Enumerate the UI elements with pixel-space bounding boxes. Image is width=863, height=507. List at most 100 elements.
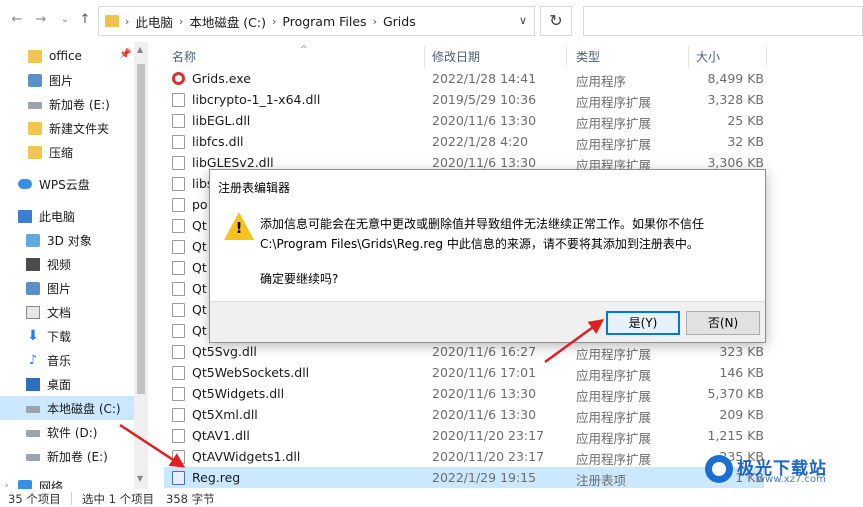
drive-icon: [26, 454, 40, 461]
music-icon: ♪: [28, 352, 38, 368]
file-row[interactable]: Qt5WebSockets.dll 2020/11/6 17:01 应用程序扩展 14…: [164, 362, 764, 383]
sidebar-item-label: 3D 对象: [47, 233, 92, 248]
scrollbar-thumb[interactable]: [137, 64, 145, 394]
file-name: Qt5Svg.dll: [192, 344, 257, 359]
file-row[interactable]: Reg.reg 2022/1/29 19:15 注册表项 1 KB: [164, 467, 764, 488]
file-type: 应用程序扩展: [576, 410, 652, 425]
no-button[interactable]: 否(N): [686, 311, 760, 335]
breadcrumb-segment[interactable]: Grids: [383, 14, 416, 29]
sidebar-item-drive-c[interactable]: 本地磁盘 (C:): [0, 396, 134, 420]
breadcrumb-segment[interactable]: 此电脑: [135, 12, 173, 31]
column-divider[interactable]: [688, 46, 689, 68]
dll-icon: [172, 429, 185, 443]
app-icon: [172, 72, 185, 85]
search-input[interactable]: [583, 6, 863, 36]
pictures-icon: [28, 73, 42, 87]
forward-arrow-icon[interactable]: →: [32, 8, 50, 32]
breadcrumb-segment[interactable]: Program Files: [282, 14, 366, 29]
sidebar-item-3d-objects[interactable]: 3D 对象: [0, 228, 134, 252]
dll-icon: [172, 303, 185, 317]
file-row[interactable]: Grids.exe 2022/1/28 14:41 应用程序 8,499 KB: [164, 68, 764, 89]
scroll-down-icon[interactable]: ▼: [137, 474, 143, 483]
sidebar-item-documents[interactable]: 文档: [0, 300, 134, 324]
file-size: 32 KB: [727, 134, 764, 149]
3d-objects-icon: [26, 233, 40, 247]
sidebar-item-this-pc[interactable]: 此电脑: [0, 204, 134, 228]
desktop-icon: [26, 377, 40, 391]
sidebar-item-new-folder[interactable]: 新建文件夹: [0, 116, 134, 140]
address-bar: ← → ⌄ ↑ › 此电脑 › 本地磁盘 (C:) › Program File…: [0, 0, 863, 42]
sidebar-item-office[interactable]: office 📌: [0, 44, 134, 68]
column-header-size[interactable]: 大小: [696, 48, 720, 68]
folder-icon: [28, 145, 42, 159]
pin-icon: 📌: [119, 49, 132, 60]
sidebar-item-desktop[interactable]: 桌面: [0, 372, 134, 396]
file-date: 2020/11/6 17:01: [432, 365, 537, 380]
file-row[interactable]: Qt5Xml.dll 2020/11/6 13:30 应用程序扩展 209 KB: [164, 404, 764, 425]
sidebar-item-pictures-quick[interactable]: 图片: [0, 68, 134, 92]
file-name: Qt5WebSockets.dll: [192, 365, 310, 380]
file-row[interactable]: QtAV1.dll 2020/11/20 23:17 应用程序扩展 1,215 KB: [164, 425, 764, 446]
sidebar-item-label: 音乐: [47, 353, 72, 368]
sidebar-item-downloads[interactable]: ⬇ 下载: [0, 324, 134, 348]
registry-file-icon: [172, 471, 185, 485]
sidebar-item-pictures[interactable]: 图片: [0, 276, 134, 300]
file-row[interactable]: Qt5Svg.dll 2020/11/6 16:27 应用程序扩展 323 KB: [164, 341, 764, 362]
breadcrumb[interactable]: › 此电脑 › 本地磁盘 (C:) › Program Files › Grid…: [98, 6, 535, 36]
sidebar-item-label: 软件 (D:): [47, 425, 98, 440]
sidebar-item-label: 新加卷 (E:): [49, 97, 110, 112]
dialog-body: ! 添加信息可能会在无意中更改或删除值并导致组件无法继续正常工作。如果你不信任 …: [210, 199, 765, 299]
sidebar-item-label: 下载: [47, 329, 72, 344]
sidebar-item-label: WPS云盘: [39, 177, 90, 192]
column-divider[interactable]: [566, 46, 567, 68]
up-arrow-icon[interactable]: ↑: [76, 8, 94, 32]
file-date: 2022/1/29 19:15: [432, 470, 537, 485]
file-name: Qt: [192, 260, 207, 275]
address-dropdown-icon[interactable]: ∨: [510, 6, 536, 36]
yes-button[interactable]: 是(Y): [606, 311, 680, 335]
file-size: 146 KB: [719, 365, 764, 380]
breadcrumb-segment[interactable]: 本地磁盘 (C:): [189, 12, 266, 31]
file-row[interactable]: libEGL.dll 2020/11/6 13:30 应用程序扩展 25 KB: [164, 110, 764, 131]
file-name: Qt: [192, 239, 207, 254]
cloud-icon: [18, 179, 32, 189]
back-arrow-icon[interactable]: ←: [8, 8, 26, 32]
file-row[interactable]: libcrypto-1_1-x64.dll 2019/5/29 10:36 应用程序…: [164, 89, 764, 110]
refresh-icon[interactable]: ↻: [540, 6, 572, 36]
file-row[interactable]: libfcs.dll 2022/1/28 4:20 应用程序扩展 32 KB: [164, 131, 764, 152]
sidebar-item-network[interactable]: › 网络: [0, 474, 134, 489]
file-name: libEGL.dll: [192, 113, 251, 128]
chevron-right-icon[interactable]: ›: [5, 481, 9, 489]
recent-locations-chevron-icon[interactable]: ⌄: [56, 8, 74, 32]
file-date: 2020/11/6 13:30: [432, 113, 537, 128]
sidebar-item-wps-cloud[interactable]: WPS云盘: [0, 172, 134, 196]
sidebar-item-music[interactable]: ♪ 音乐: [0, 348, 134, 372]
dll-icon: [172, 282, 185, 296]
file-type: 应用程序扩展: [576, 347, 652, 362]
file-row[interactable]: QtAVWidgets1.dll 2020/11/20 23:17 应用程序扩展 23…: [164, 446, 764, 467]
folder-icon: [28, 49, 42, 63]
sidebar-item-drive-e-quick[interactable]: 新加卷 (E:): [0, 92, 134, 116]
sidebar-scrollbar[interactable]: ▲ ▼: [134, 42, 148, 489]
column-header-name[interactable]: 名称 ^: [172, 45, 308, 68]
column-header-date[interactable]: 修改日期: [432, 48, 480, 68]
status-selected-size: 358 字节: [166, 492, 215, 506]
file-size: 5,370 KB: [707, 386, 764, 401]
column-header-type[interactable]: 类型: [576, 48, 600, 68]
file-size: 323 KB: [719, 344, 764, 359]
sidebar-item-drive-e[interactable]: 新加卷 (E:): [0, 444, 134, 468]
dll-icon: [172, 345, 185, 359]
sidebar-item-compress[interactable]: 压缩: [0, 140, 134, 164]
sidebar-item-label: 压缩: [49, 145, 74, 160]
sidebar-item-videos[interactable]: 视频: [0, 252, 134, 276]
file-date: 2022/1/28 4:20: [432, 134, 529, 149]
sidebar-item-label: 新加卷 (E:): [47, 449, 108, 464]
column-divider[interactable]: [766, 46, 767, 68]
scroll-up-icon[interactable]: ▲: [137, 45, 143, 54]
column-divider[interactable]: [424, 46, 425, 68]
file-type: 应用程序: [576, 74, 627, 89]
sidebar-item-label: 桌面: [47, 377, 72, 392]
sidebar-item-drive-d[interactable]: 软件 (D:): [0, 420, 134, 444]
file-size: 8,499 KB: [707, 71, 764, 86]
file-row[interactable]: Qt5Widgets.dll 2020/11/6 13:30 应用程序扩展 5,370…: [164, 383, 764, 404]
